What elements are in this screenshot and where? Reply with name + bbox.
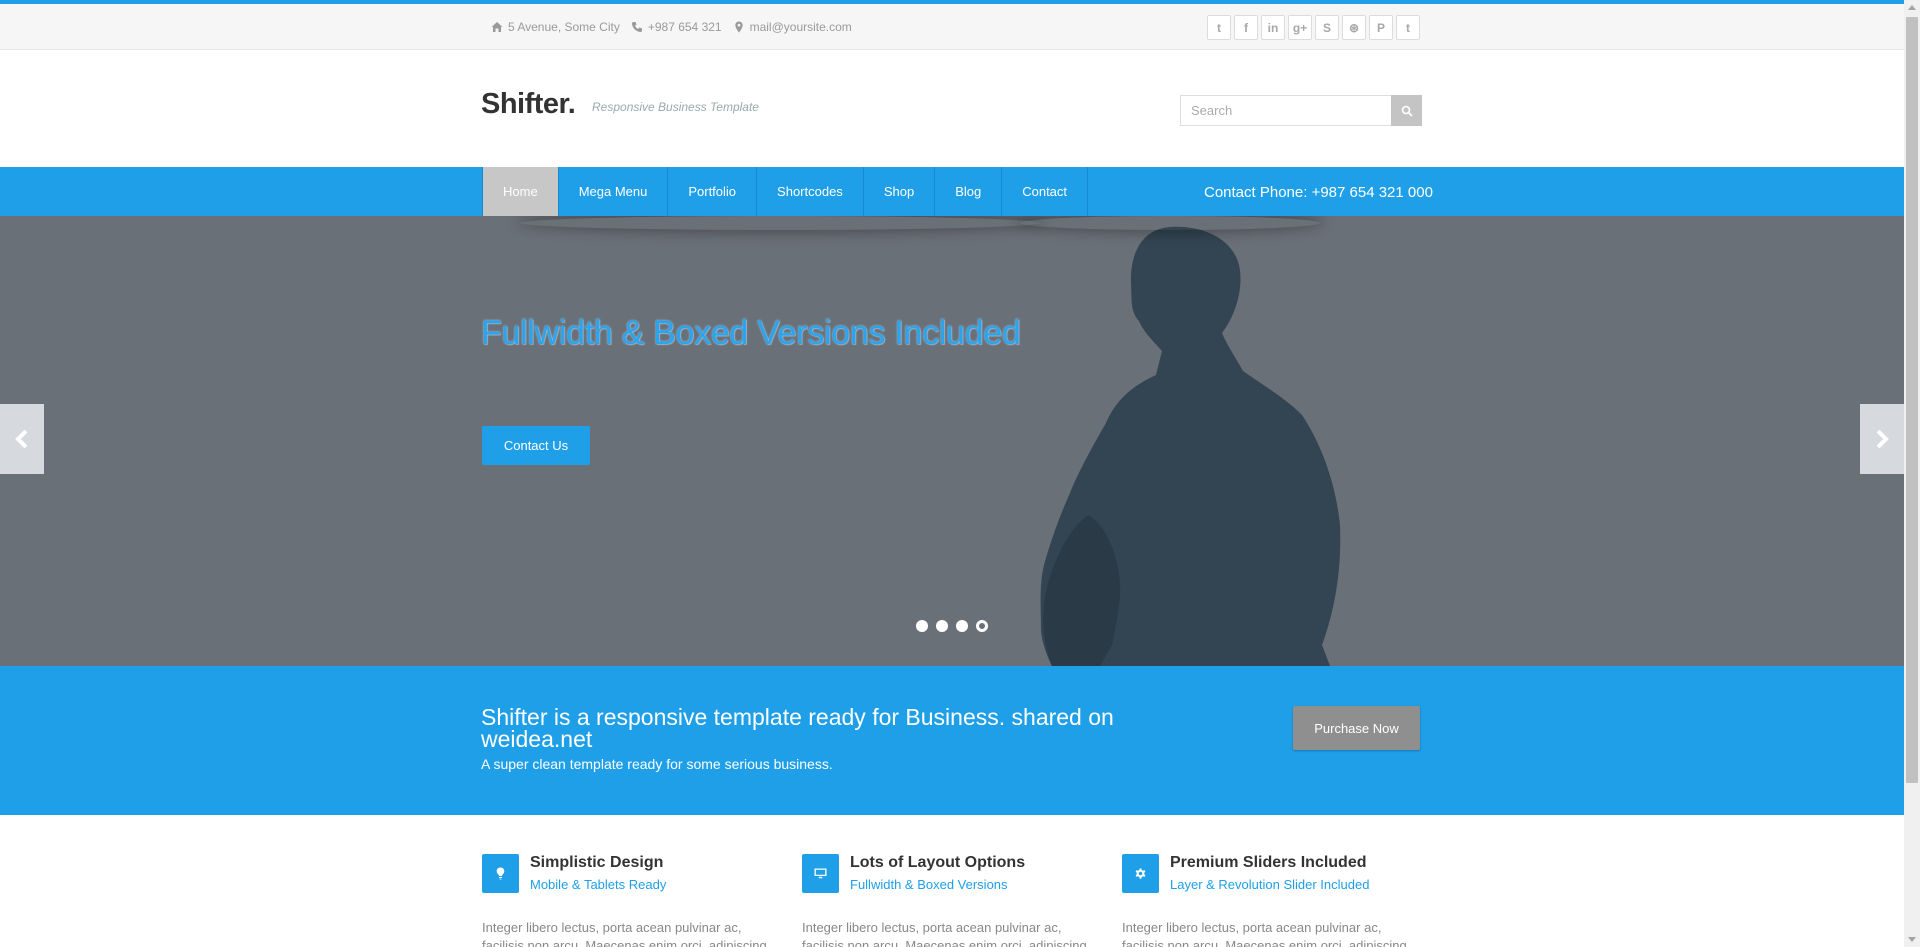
promo-banner: Shifter is a responsive template ready f… [0, 666, 1904, 815]
nav-item-mega-menu[interactable]: Mega Menu [559, 167, 669, 216]
nav-contact-phone: Contact Phone: +987 654 321 000 [1204, 184, 1433, 201]
email-item[interactable]: mail@yoursite.com [733, 20, 852, 34]
nav-item-contact[interactable]: Contact [1002, 167, 1089, 216]
slider-dot-2[interactable] [936, 620, 948, 632]
nav-item-shop[interactable]: Shop [864, 167, 936, 216]
address-text: 5 Avenue, Some City [508, 20, 620, 34]
monitor-icon [814, 868, 827, 879]
hero-slider: Fullwidth & Boxed Versions Included Cont… [0, 216, 1904, 666]
feature-subtitle: Mobile & Tablets Ready [530, 877, 667, 892]
linkedin-icon[interactable]: in [1261, 15, 1285, 40]
navbar-shadow-left [520, 216, 1040, 230]
person-silhouette [1040, 226, 1341, 666]
site-tagline: Responsive Business Template [592, 100, 759, 114]
slider-dot-1[interactable] [916, 620, 928, 632]
feature-title: Simplistic Design [530, 854, 664, 871]
gear-icon [1135, 868, 1146, 879]
facebook-icon[interactable]: f [1234, 15, 1258, 40]
lightbulb-icon [496, 867, 505, 880]
home-icon [491, 22, 503, 32]
navbar-shadow-right [1020, 216, 1320, 230]
contact-info: 5 Avenue, Some City +987 654 321 mail@yo… [491, 20, 852, 34]
main-menu: Home Mega Menu Portfolio Shortcodes Shop… [482, 167, 1089, 216]
feature-icon-box [1122, 854, 1159, 893]
top-info-bar: 5 Avenue, Some City +987 654 321 mail@yo… [0, 4, 1904, 50]
feature-subtitle: Fullwidth & Boxed Versions [850, 877, 1008, 892]
slider-pagination [916, 620, 988, 632]
nav-item-home[interactable]: Home [483, 167, 559, 216]
nav-item-blog[interactable]: Blog [935, 167, 1003, 216]
email-text[interactable]: mail@yoursite.com [750, 20, 852, 34]
dribbble-icon[interactable]: ⊛ [1342, 15, 1366, 40]
feature-subtitle: Layer & Revolution Slider Included [1170, 877, 1370, 892]
skype-icon[interactable]: S [1315, 15, 1339, 40]
site-logo[interactable]: Shifter. [481, 88, 576, 121]
feature-title: Premium Sliders Included [1170, 854, 1367, 871]
slider-dot-4[interactable] [976, 620, 988, 632]
search-icon [1401, 105, 1413, 117]
search-form [1180, 95, 1422, 126]
feature-body: Integer libero lectus, porta acean pulvi… [802, 920, 1087, 947]
promo-subtitle: A super clean template ready for some se… [481, 756, 833, 772]
nav-item-portfolio[interactable]: Portfolio [668, 167, 758, 216]
feature-body: Integer libero lectus, porta acean pulvi… [482, 920, 767, 947]
nav-item-shortcodes[interactable]: Shortcodes [757, 167, 864, 216]
slider-next-button[interactable] [1860, 404, 1904, 474]
scrollbar-thumb[interactable] [1906, 17, 1918, 783]
tumblr-icon[interactable]: t [1396, 15, 1420, 40]
slider-dot-3[interactable] [956, 620, 968, 632]
phone-icon [631, 22, 642, 32]
contact-us-button[interactable]: Contact Us [482, 426, 590, 465]
feature-icon-box [482, 854, 519, 893]
hero-headline: Fullwidth & Boxed Versions Included [481, 314, 1021, 352]
google-plus-icon[interactable]: g+ [1288, 15, 1312, 40]
address-item: 5 Avenue, Some City [491, 20, 620, 34]
map-marker-icon [734, 21, 743, 33]
scroll-down-arrow-icon[interactable] [1908, 937, 1916, 942]
phone-item: +987 654 321 [631, 20, 722, 34]
search-button[interactable] [1391, 95, 1422, 126]
page-scrollbar[interactable] [1904, 0, 1920, 947]
chevron-left-icon [15, 429, 28, 449]
phone-text: +987 654 321 [647, 20, 722, 34]
social-links: t f in g+ S ⊛ P t [1207, 15, 1420, 40]
chevron-right-icon [1876, 429, 1889, 449]
slider-prev-button[interactable] [0, 404, 44, 474]
feature-body: Integer libero lectus, porta acean pulvi… [1122, 920, 1407, 947]
pinterest-icon[interactable]: P [1369, 15, 1393, 40]
purchase-now-button[interactable]: Purchase Now [1293, 706, 1420, 750]
feature-title: Lots of Layout Options [850, 854, 1026, 871]
feature-icon-box [802, 854, 839, 893]
main-navbar: Home Mega Menu Portfolio Shortcodes Shop… [0, 167, 1904, 216]
scroll-up-arrow-icon[interactable] [1908, 5, 1916, 10]
search-input[interactable] [1180, 95, 1391, 126]
twitter-icon[interactable]: t [1207, 15, 1231, 40]
promo-title: Shifter is a responsive template ready f… [481, 704, 1114, 752]
